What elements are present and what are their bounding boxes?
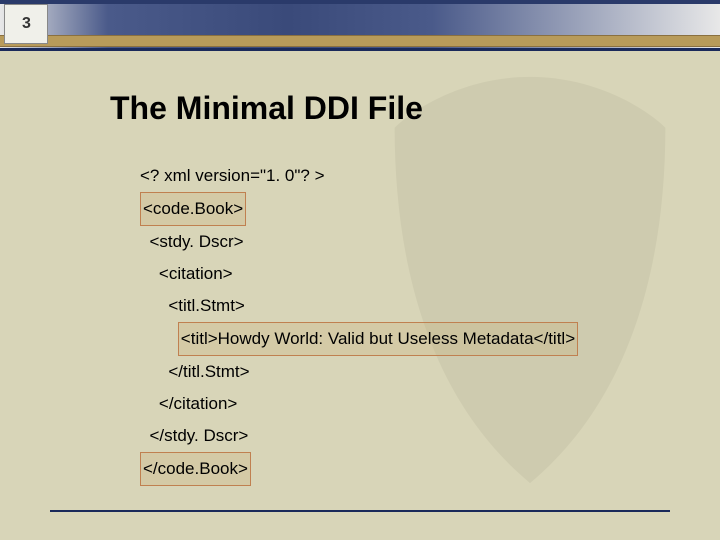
footer-rule [50,510,670,512]
header-gold-stripe [0,35,720,47]
code-line: </stdy. Dscr> [140,420,578,452]
code-line: <? xml version="1. 0"? > [140,160,578,192]
code-line: <titl.Stmt> [140,290,578,322]
highlighted-text: </code.Book> [140,452,251,486]
highlighted-text: <titl>Howdy World: Valid but Useless Met… [178,322,578,356]
code-line: </code.Book> [140,452,578,486]
code-line: <titl>Howdy World: Valid but Useless Met… [140,322,578,356]
code-line: <stdy. Dscr> [140,226,578,258]
code-line: <code.Book> [140,192,578,226]
code-block: <? xml version="1. 0"? ><code.Book> <std… [140,160,578,486]
logo: 3 [4,4,48,44]
header-rule [0,48,720,51]
code-line: <citation> [140,258,578,290]
code-line: </citation> [140,388,578,420]
highlighted-text: <code.Book> [140,192,246,226]
slide-title: The Minimal DDI File [110,90,423,127]
code-line: </titl.Stmt> [140,356,578,388]
